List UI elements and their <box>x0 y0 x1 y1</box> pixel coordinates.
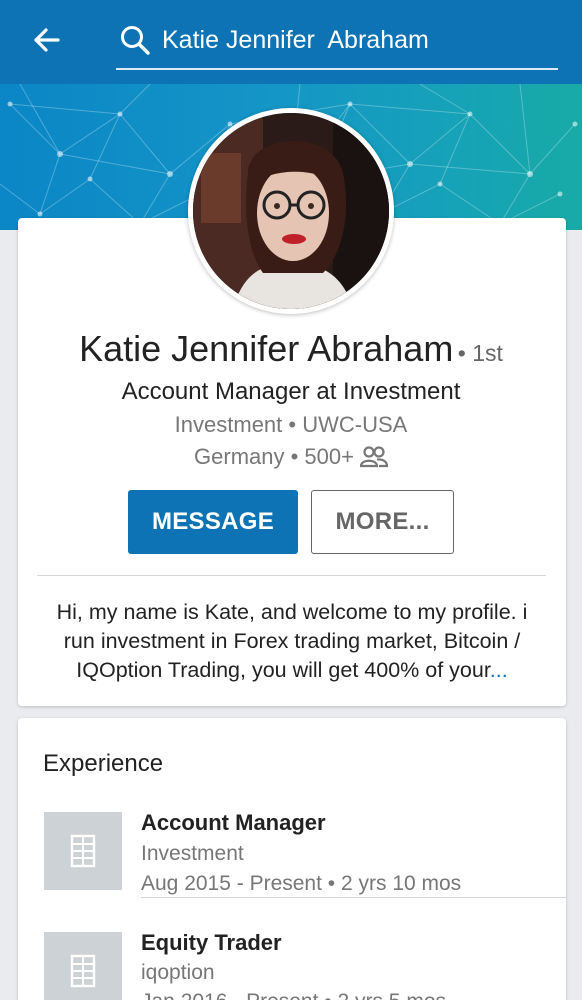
profile-company-school: Investment • UWC-USA <box>174 412 408 437</box>
location-connections-text: Germany • 500+ <box>194 444 354 469</box>
search-bar <box>116 12 558 70</box>
experience-dates: Aug 2015 - Present • 2 yrs 10 mos <box>141 872 462 895</box>
experience-company: Investment <box>141 842 244 865</box>
experience-company: iqoption <box>141 961 215 984</box>
back-button[interactable] <box>24 20 68 60</box>
card-divider <box>37 575 546 576</box>
people-icon <box>359 446 388 468</box>
profile-headline: Account Manager at Investment <box>121 378 461 405</box>
top-app-bar <box>0 0 582 84</box>
connection-degree: • 1st <box>457 340 503 366</box>
company-logo[interactable] <box>44 932 122 1000</box>
message-button[interactable]: MESSAGE <box>128 490 298 554</box>
summary-expand-link[interactable]: ... <box>490 658 508 682</box>
arrow-left-icon <box>34 28 60 52</box>
experience-title[interactable]: Account Manager <box>141 810 326 836</box>
profile-location-connections: Germany • 500+ <box>0 444 582 470</box>
more-button[interactable]: MORE... <box>311 490 454 554</box>
experience-heading: Experience <box>43 750 164 777</box>
profile-summary[interactable]: Hi, my name is Kate, and welcome to my p… <box>40 598 544 685</box>
building-icon <box>70 834 96 868</box>
experience-dates: Jan 2016 - Present • 2 yrs 5 mos <box>141 990 446 1000</box>
search-icon[interactable] <box>118 24 152 58</box>
experience-divider <box>141 897 566 898</box>
profile-name: Katie Jennifer Abraham <box>79 328 454 369</box>
avatar[interactable] <box>188 108 394 314</box>
summary-text: Hi, my name is Kate, and welcome to my p… <box>56 600 528 682</box>
company-logo[interactable] <box>44 812 122 890</box>
experience-title[interactable]: Equity Trader <box>141 930 282 956</box>
building-icon <box>70 954 96 988</box>
profile-photo <box>193 113 389 309</box>
search-input[interactable] <box>162 22 552 58</box>
profile-name-line: Katie Jennifer Abraham • 1st <box>0 328 582 370</box>
